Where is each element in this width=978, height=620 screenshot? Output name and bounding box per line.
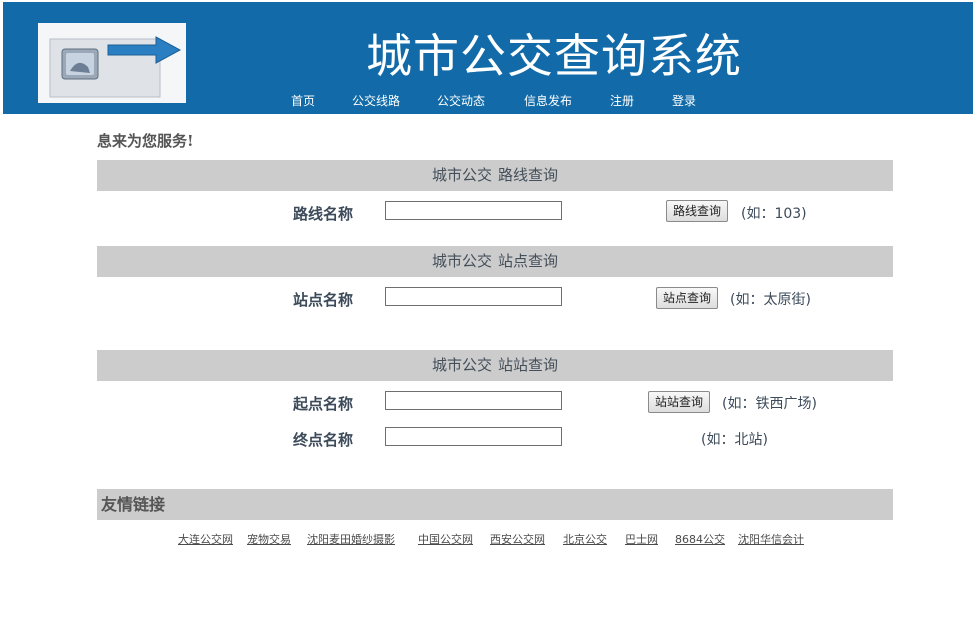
stop-bar-title: 站点查询 [498, 252, 559, 270]
site-title: 城市公交查询系统 [366, 29, 742, 83]
friend-link[interactable]: 沈阳华信会计 [738, 531, 804, 547]
end-hint: (如：北站) [701, 432, 768, 448]
transfer-bar-prefix: 城市公交 [431, 356, 492, 374]
friend-link[interactable]: 巴士网 [625, 531, 658, 547]
stop-name-label: 站点名称 [293, 291, 354, 309]
friend-link[interactable]: 西安公交网 [490, 531, 545, 547]
transfer-query-bar: 城市公交 站站查询 [97, 350, 893, 381]
route-name-label: 路线名称 [293, 205, 354, 223]
friend-links-bar: 友情链接 [97, 489, 893, 520]
route-hint: (如：103) [741, 206, 807, 222]
bus-card-logo-icon [38, 23, 186, 103]
nav-bus-updates[interactable]: 公交动态 [437, 92, 485, 109]
friend-link[interactable]: 大连公交网 [178, 531, 233, 547]
end-name-input[interactable] [385, 427, 562, 446]
route-name-input[interactable] [385, 201, 562, 220]
stop-hint: (如：太原街) [730, 292, 811, 308]
friend-link[interactable]: 8684公交 [675, 531, 725, 547]
transfer-query-button[interactable]: 站站查询 [648, 391, 711, 413]
friend-link[interactable]: 北京公交 [563, 531, 607, 547]
site-logo[interactable] [38, 23, 186, 103]
friend-link[interactable]: 沈阳麦田婚纱摄影 [307, 531, 395, 547]
friend-links-list: 大连公交网 宠物交易 沈阳麦田婚纱摄影 中国公交网 西安公交网 北京公交 巴士网… [0, 531, 978, 547]
route-bar-title: 路线查询 [498, 166, 559, 184]
route-query-button[interactable]: 路线查询 [666, 200, 729, 222]
transfer-bar-title: 站站查询 [498, 356, 559, 374]
main-nav: 首页 公交线路 公交动态 信息发布 注册 登录 [3, 92, 973, 110]
stop-name-input[interactable] [385, 287, 562, 306]
friend-link[interactable]: 宠物交易 [247, 531, 291, 547]
route-query-bar: 城市公交 路线查询 [97, 160, 893, 191]
nav-post-info[interactable]: 信息发布 [524, 92, 572, 109]
nav-login[interactable]: 登录 [672, 92, 696, 109]
nav-bus-lines[interactable]: 公交线路 [352, 92, 400, 109]
nav-register[interactable]: 注册 [610, 92, 634, 109]
route-bar-prefix: 城市公交 [431, 166, 492, 184]
start-hint: (如：铁西广场) [722, 396, 817, 412]
stop-query-button[interactable]: 站点查询 [656, 287, 719, 309]
start-name-input[interactable] [385, 391, 562, 410]
friend-link[interactable]: 中国公交网 [418, 531, 473, 547]
stop-query-bar: 城市公交 站点查询 [97, 246, 893, 277]
nav-home[interactable]: 首页 [291, 92, 315, 109]
end-name-label: 终点名称 [293, 431, 354, 449]
welcome-text: 息来为您服务! [97, 132, 194, 150]
start-name-label: 起点名称 [293, 395, 354, 413]
site-header: 城市公交查询系统 首页 公交线路 公交动态 信息发布 注册 登录 [3, 2, 973, 114]
stop-bar-prefix: 城市公交 [431, 252, 492, 270]
